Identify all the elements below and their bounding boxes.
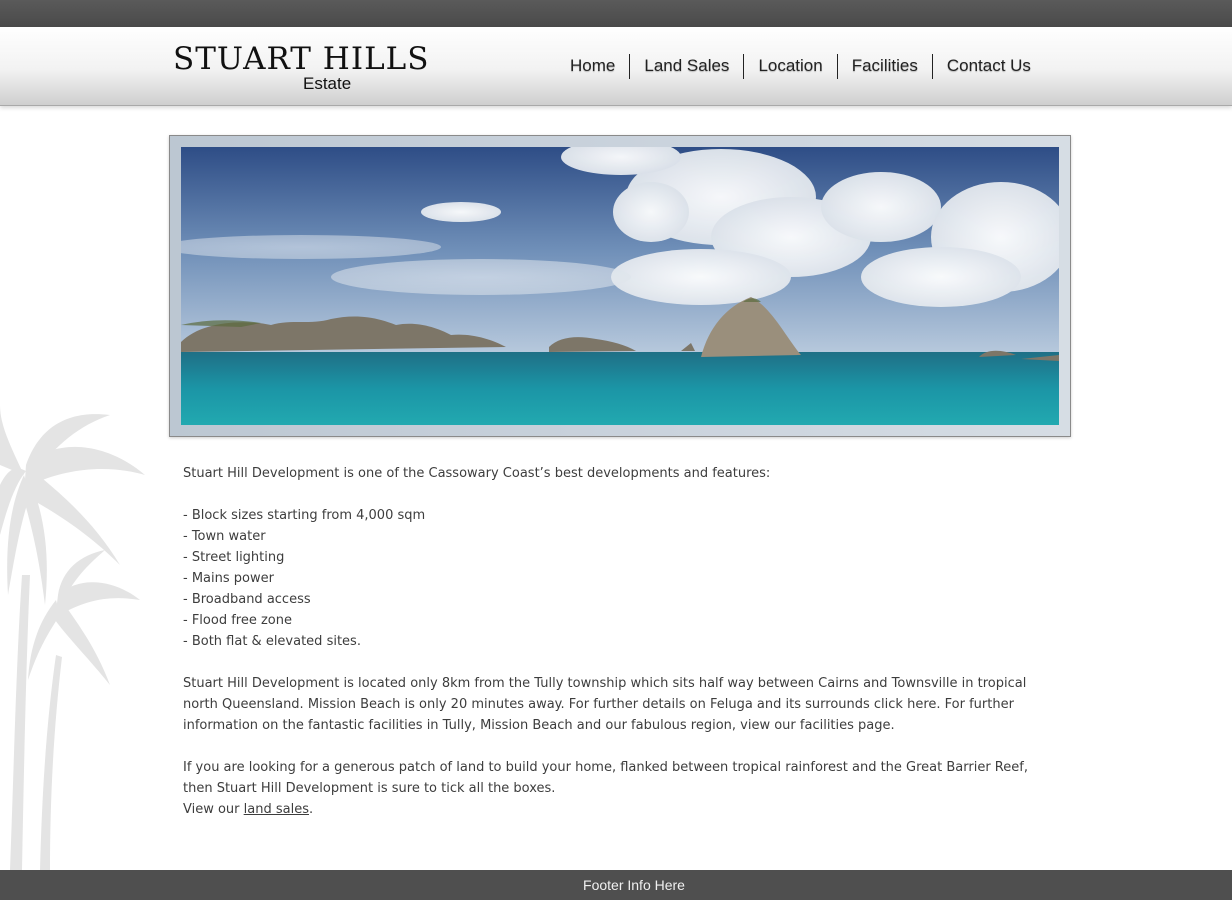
footer-text: Footer Info Here (583, 877, 685, 893)
nav-home[interactable]: Home (556, 53, 629, 79)
site-logo[interactable]: STUART HILLS Estate (173, 41, 429, 101)
view-land-sales-line: View our land sales. (183, 799, 1053, 820)
list-item: - Broadband access (183, 592, 311, 607)
top-bar (0, 0, 1232, 27)
view-prefix: View our (183, 802, 244, 817)
intro-text: Stuart Hill Development is one of the Ca… (183, 466, 771, 481)
logo-title: STUART HILLS (173, 41, 430, 77)
list-item: - Street lighting (183, 550, 285, 565)
land-sales-link[interactable]: land sales (244, 802, 309, 817)
nav-facilities[interactable]: Facilities (838, 53, 932, 79)
ocean-landscape-image (181, 147, 1059, 425)
location-paragraph: Stuart Hill Development is located only … (183, 676, 1027, 733)
nav-location[interactable]: Location (744, 53, 836, 79)
hero-banner (169, 135, 1071, 437)
list-item: - Flood free zone (183, 613, 292, 628)
features-list: - Block sizes starting from 4,000 sqm - … (183, 505, 1053, 652)
main-content: Stuart Hill Development is one of the Ca… (183, 463, 1053, 820)
palm-tree-decoration (0, 405, 145, 870)
list-item: - Mains power (183, 571, 274, 586)
nav-land-sales[interactable]: Land Sales (630, 53, 743, 79)
list-item: - Both flat & elevated sites. (183, 634, 361, 649)
list-item: - Block sizes starting from 4,000 sqm (183, 508, 426, 523)
logo-subtitle: Estate (303, 74, 352, 93)
nav-contact-us[interactable]: Contact Us (933, 53, 1045, 79)
site-footer: Footer Info Here (0, 870, 1232, 900)
main-nav: Home Land Sales Location Facilities Cont… (556, 53, 1045, 79)
list-item: - Town water (183, 529, 266, 544)
closing-paragraph: If you are looking for a generous patch … (183, 760, 1028, 796)
view-suffix: . (308, 802, 314, 817)
